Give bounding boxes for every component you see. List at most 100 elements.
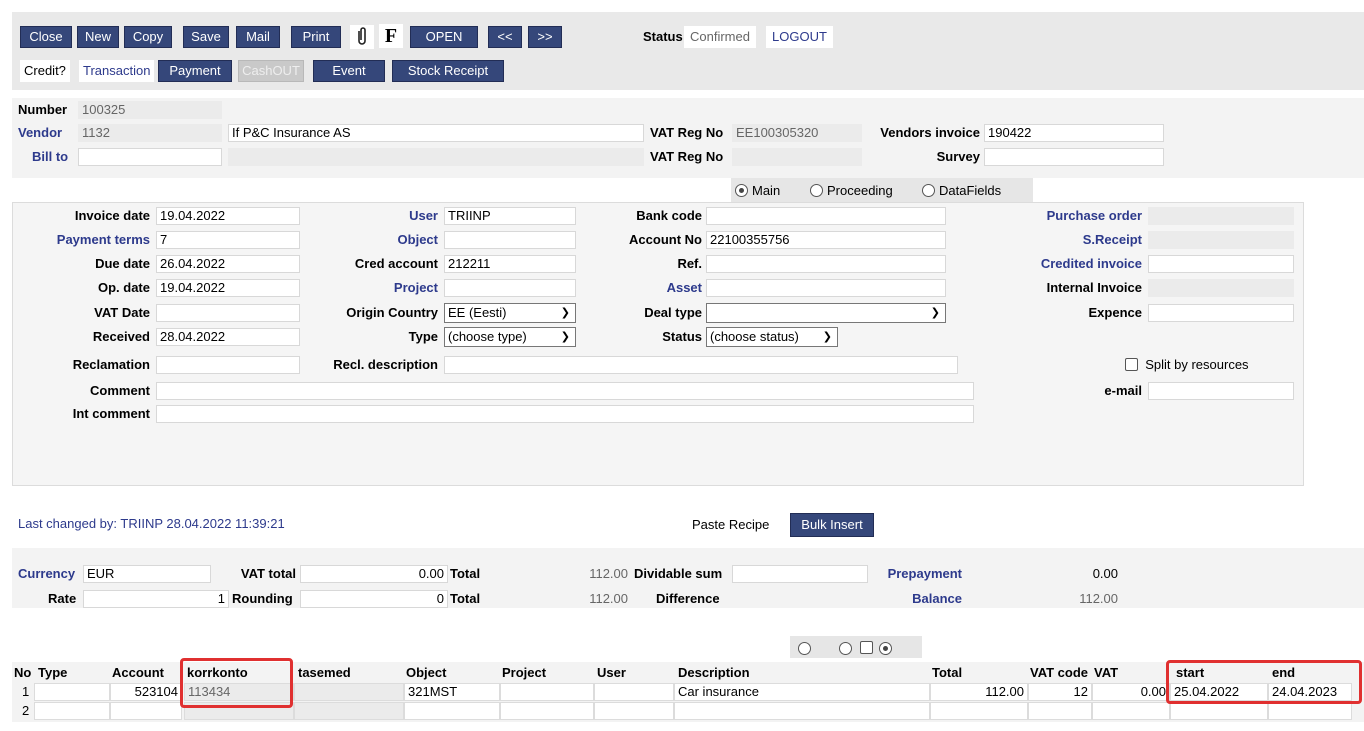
type-select[interactable]: (choose type) ❯ [444, 327, 576, 347]
row-1-vat-code[interactable]: 12 [1028, 683, 1092, 701]
mail-button[interactable]: Mail [236, 26, 280, 48]
internal-invoice-label: Internal Invoice [1046, 280, 1142, 295]
chevron-down-icon: ❯ [560, 307, 570, 319]
tab-main[interactable]: Main [735, 182, 780, 200]
object-label[interactable]: Object [300, 231, 438, 249]
project-label[interactable]: Project [300, 279, 438, 297]
paperclip-icon[interactable] [350, 25, 374, 49]
transaction-link[interactable]: Transaction [79, 60, 155, 82]
purchase-order-label[interactable]: Purchase order [990, 207, 1142, 225]
deal-type-select[interactable]: ❯ [706, 303, 946, 323]
row-1-description[interactable]: Car insurance [674, 683, 930, 701]
credit-toggle[interactable]: Credit? [20, 60, 70, 82]
paste-recipe-button[interactable]: Paste Recipe [686, 513, 776, 537]
payment-button[interactable]: Payment [158, 60, 232, 82]
grid-checkbox-icon[interactable] [860, 641, 873, 654]
origin-country-select[interactable]: EE (Eesti) ❯ [444, 303, 576, 323]
bill-to-field[interactable] [78, 148, 222, 166]
sreceipt-label[interactable]: S.Receipt [990, 231, 1142, 249]
grid-view-2-radio-icon[interactable] [838, 642, 852, 655]
vendor-name-field[interactable]: If P&C Insurance AS [228, 124, 644, 142]
tab-datafields[interactable]: DataFields [922, 182, 1001, 200]
status-value: Confirmed [684, 26, 756, 48]
row-2-description[interactable] [674, 702, 930, 720]
row-1-type[interactable] [34, 683, 110, 701]
save-button[interactable]: Save [183, 26, 229, 48]
row-2-start[interactable] [1170, 702, 1268, 720]
project-field[interactable] [444, 279, 576, 297]
split-by-resources-checkbox[interactable]: Split by resources [1125, 356, 1249, 374]
asset-field[interactable] [706, 279, 946, 297]
row-2-end[interactable] [1268, 702, 1352, 720]
rate-field[interactable]: 1 [83, 590, 229, 608]
invoice-date-field[interactable]: 19.04.2022 [156, 207, 300, 225]
ref-field[interactable] [706, 255, 946, 273]
vendors-invoice-field[interactable]: 190422 [984, 124, 1164, 142]
bulk-insert-button[interactable]: Bulk Insert [790, 513, 874, 537]
rounding-field[interactable]: 0 [300, 590, 448, 608]
dividable-sum-field[interactable] [732, 565, 868, 583]
row-1-object[interactable]: 321MST [404, 683, 500, 701]
user-label[interactable]: User [300, 207, 438, 225]
received-field[interactable]: 28.04.2022 [156, 328, 300, 346]
expence-field[interactable] [1148, 304, 1294, 322]
survey-field[interactable] [984, 148, 1164, 166]
comment-field[interactable] [156, 382, 974, 400]
cred-account-field[interactable]: 212211 [444, 255, 576, 273]
balance-label[interactable]: Balance [872, 590, 962, 608]
row-1-account[interactable]: 523104 [110, 683, 182, 701]
vendor-label[interactable]: Vendor [18, 124, 62, 142]
credited-invoice-label[interactable]: Credited invoice [990, 255, 1142, 273]
f-button[interactable]: F [379, 24, 403, 48]
recl-description-field[interactable] [444, 356, 958, 374]
row-1-project[interactable] [500, 683, 594, 701]
next-button[interactable]: >> [528, 26, 562, 48]
credited-invoice-field[interactable] [1148, 255, 1294, 273]
account-no-field[interactable]: 22100355756 [706, 231, 946, 249]
row-2-vat[interactable] [1092, 702, 1170, 720]
row-2-user[interactable] [594, 702, 674, 720]
close-button[interactable]: Close [20, 26, 72, 48]
logout-link[interactable]: LOGOUT [766, 26, 833, 48]
row-2-account[interactable] [110, 702, 182, 720]
print-button[interactable]: Print [291, 26, 341, 48]
row-2-project[interactable] [500, 702, 594, 720]
col-header-object: Object [406, 665, 447, 680]
row-2-object[interactable] [404, 702, 500, 720]
op-date-field[interactable]: 19.04.2022 [156, 279, 300, 297]
copy-button[interactable]: Copy [124, 26, 172, 48]
reclamation-field[interactable] [156, 356, 300, 374]
datafields-radio-icon [922, 184, 935, 197]
status-select[interactable]: (choose status) ❯ [706, 327, 838, 347]
row-2-vat-code[interactable] [1028, 702, 1092, 720]
tab-proceeding[interactable]: Proceeding [810, 182, 893, 200]
currency-field[interactable]: EUR [83, 565, 211, 583]
user-field[interactable]: TRIINP [444, 207, 576, 225]
row-1-total[interactable]: 112.00 [930, 683, 1028, 701]
bill-to-label[interactable]: Bill to [32, 148, 68, 166]
asset-label[interactable]: Asset [580, 279, 702, 297]
open-button[interactable]: OPEN [410, 26, 478, 48]
grid-view-1-radio-icon[interactable] [798, 642, 811, 655]
vendor-code-field[interactable]: 1132 [78, 124, 222, 142]
object-field[interactable] [444, 231, 576, 249]
stock-receipt-button[interactable]: Stock Receipt [392, 60, 504, 82]
row-1-user[interactable] [594, 683, 674, 701]
row-2-total[interactable] [930, 702, 1028, 720]
previous-button[interactable]: << [488, 26, 522, 48]
vat-reg-label: VAT Reg No [650, 125, 724, 140]
payment-terms-label[interactable]: Payment terms [16, 231, 150, 249]
payment-terms-field[interactable]: 7 [156, 231, 300, 249]
int-comment-field[interactable] [156, 405, 974, 423]
event-button[interactable]: Event [313, 60, 385, 82]
currency-label[interactable]: Currency [18, 565, 75, 583]
new-button[interactable]: New [77, 26, 119, 48]
bank-code-field[interactable] [706, 207, 946, 225]
email-field[interactable] [1148, 382, 1294, 400]
row-1-vat[interactable]: 0.00 [1092, 683, 1170, 701]
dividable-sum-label: Dividable sum [634, 566, 723, 581]
vat-date-field[interactable] [156, 304, 300, 322]
due-date-field[interactable]: 26.04.2022 [156, 255, 300, 273]
prepayment-label[interactable]: Prepayment [872, 565, 962, 583]
row-2-type[interactable] [34, 702, 110, 720]
